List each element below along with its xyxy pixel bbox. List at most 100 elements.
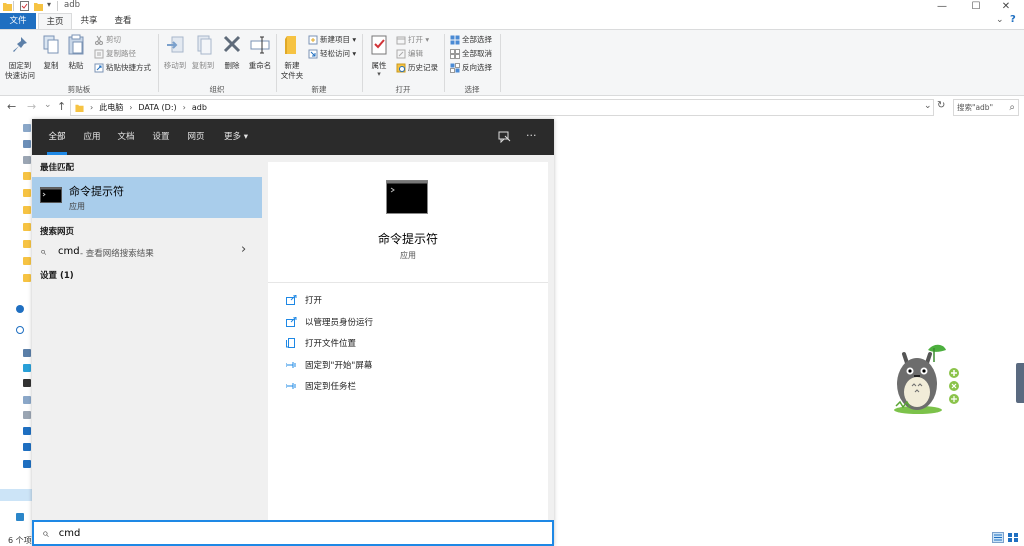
- back-button[interactable]: ←: [7, 100, 16, 113]
- settings-results-heading[interactable]: 设置 (1): [40, 269, 74, 281]
- nav-folder-icon[interactable]: [23, 223, 31, 231]
- customize-quick-access-icon[interactable]: ▾: [47, 0, 51, 9]
- scope-tab-all[interactable]: 全部: [42, 119, 72, 155]
- ribbon-tabs: 文件 主页 共享 查看 ⌄ ?: [0, 13, 1024, 29]
- recent-locations-button[interactable]: ⌄: [44, 100, 52, 110]
- breadcrumb-adb[interactable]: adb: [192, 103, 207, 112]
- nav-folder-icon[interactable]: [23, 172, 31, 180]
- copy-path-icon: [94, 49, 104, 58]
- tab-view[interactable]: 查看: [108, 13, 138, 29]
- rename-button[interactable]: 重命名: [246, 34, 274, 71]
- tab-file[interactable]: 文件: [0, 13, 36, 29]
- new-folder-quick-icon[interactable]: [34, 1, 43, 11]
- copy-button[interactable]: 复制: [40, 34, 62, 71]
- new-item-button[interactable]: 新建项目 ▾: [308, 33, 356, 46]
- downloads-icon[interactable]: [23, 427, 31, 435]
- ribbon: 固定到 快速访问 复制 粘贴 剪切 复制路径 粘贴快捷方式 剪贴板 移动到 复制…: [0, 29, 1024, 96]
- nav-folder-icon[interactable]: [23, 206, 31, 214]
- pictures-icon[interactable]: [23, 396, 31, 404]
- delete-button[interactable]: 删除: [220, 34, 244, 71]
- chevron-right-icon[interactable]: ›: [241, 242, 246, 257]
- up-button[interactable]: ↑: [57, 100, 66, 113]
- action-open-file-location-label: 打开文件位置: [305, 339, 357, 349]
- cloud-icon[interactable]: [16, 326, 24, 334]
- properties-button[interactable]: 属性 ▾: [366, 34, 392, 78]
- paste-shortcut-button[interactable]: 粘贴快捷方式: [94, 61, 151, 74]
- history-button[interactable]: 历史记录: [396, 61, 438, 74]
- status-item-count: 6 个项: [8, 536, 32, 545]
- action-run-as-admin[interactable]: 以管理员身份运行: [286, 316, 373, 328]
- search-icon: ⌕: [1009, 102, 1015, 113]
- tab-share[interactable]: 共享: [74, 13, 104, 29]
- nav-folder-icon[interactable]: [23, 257, 31, 265]
- breadcrumb-data-drive[interactable]: DATA (D:): [138, 103, 176, 112]
- nav-item-icon[interactable]: [23, 140, 31, 148]
- action-pin-to-taskbar[interactable]: 固定到任务栏: [286, 380, 356, 392]
- refresh-button[interactable]: ↻: [937, 100, 945, 111]
- desktop-icon[interactable]: [23, 460, 31, 468]
- cut-button[interactable]: 剪切: [94, 33, 121, 46]
- scope-tab-settings[interactable]: 设置: [147, 119, 175, 155]
- move-to-button[interactable]: 移动到: [162, 34, 188, 71]
- large-icons-view-icon[interactable]: [1007, 532, 1019, 543]
- scope-tab-more[interactable]: 更多 ▾: [218, 119, 254, 155]
- scope-tab-web[interactable]: 网页: [182, 119, 210, 155]
- more-options-icon[interactable]: ···: [526, 129, 537, 142]
- totoro-widget-icon[interactable]: [888, 340, 963, 415]
- search-placeholder: 搜索"adb": [957, 103, 994, 112]
- nav-item-selected[interactable]: [0, 489, 32, 501]
- copy-path-button[interactable]: 复制路径: [94, 47, 136, 60]
- nav-item-icon[interactable]: [23, 124, 31, 132]
- scope-tab-apps[interactable]: 应用: [78, 119, 106, 155]
- web-search-result[interactable]: ⌕ cmd - 查看网络搜索结果 ›: [32, 241, 262, 263]
- address-dropdown-button[interactable]: ⌄: [924, 101, 932, 111]
- this-pc-icon[interactable]: [23, 349, 31, 357]
- tab-home[interactable]: 主页: [38, 13, 72, 29]
- documents-icon[interactable]: [23, 411, 31, 419]
- action-open[interactable]: 打开: [286, 294, 322, 306]
- action-open-file-location[interactable]: 打开文件位置: [286, 337, 356, 349]
- help-icon[interactable]: ?: [1010, 14, 1016, 25]
- scope-tab-documents[interactable]: 文档: [112, 119, 140, 155]
- details-view-icon[interactable]: [992, 532, 1004, 543]
- nav-folder-icon[interactable]: [23, 240, 31, 248]
- action-pin-to-taskbar-label: 固定到任务栏: [305, 382, 357, 392]
- nav-folder-icon[interactable]: [23, 274, 31, 282]
- paste-shortcut-icon: [94, 63, 104, 72]
- nav-folder-icon[interactable]: [23, 189, 31, 197]
- onedrive-icon[interactable]: [16, 305, 24, 313]
- open-button[interactable]: 打开 ▾: [396, 33, 429, 46]
- easy-access-button[interactable]: 轻松访问 ▾: [308, 47, 356, 60]
- result-preview-pane: 命令提示符 应用 打开 以管理员身份运行 打开文件位置 固定到"开始"屏幕 固定…: [268, 162, 548, 521]
- 3d-objects-icon[interactable]: [23, 364, 31, 372]
- search-query-input[interactable]: ⌕ cmd: [32, 520, 554, 546]
- copy-path-label: 复制路径: [106, 49, 136, 58]
- action-open-label: 打开: [305, 296, 323, 306]
- nav-item-icon[interactable]: [23, 156, 31, 164]
- copy-to-button[interactable]: 复制到: [190, 34, 216, 71]
- video-icon[interactable]: [23, 379, 31, 387]
- music-icon[interactable]: [23, 443, 31, 451]
- invert-selection-button[interactable]: 反向选择: [450, 61, 492, 74]
- pin-quick-access-button[interactable]: 固定到 快速访问: [2, 34, 38, 81]
- close-button[interactable]: ✕: [986, 0, 1024, 13]
- best-match-result[interactable]: 命令提示符 应用: [32, 177, 262, 218]
- sidebar-gadget-tab[interactable]: [1016, 363, 1024, 403]
- network-icon[interactable]: [16, 513, 24, 521]
- properties-quick-icon[interactable]: [20, 1, 29, 11]
- action-pin-to-start[interactable]: 固定到"开始"屏幕: [286, 359, 372, 371]
- search-input[interactable]: 搜索"adb" ⌕: [953, 99, 1019, 116]
- paste-button[interactable]: 粘贴: [64, 34, 88, 71]
- properties-dropdown-icon[interactable]: ▾: [366, 71, 392, 78]
- edit-button[interactable]: 编辑: [396, 47, 423, 60]
- address-bar[interactable]: › 此电脑 › DATA (D:) › adb: [70, 99, 934, 116]
- expand-ribbon-icon[interactable]: ⌄: [996, 15, 1004, 25]
- feedback-icon[interactable]: [498, 131, 511, 143]
- select-none-button[interactable]: 全部取消: [450, 47, 492, 60]
- breadcrumb-this-pc[interactable]: 此电脑: [99, 102, 123, 113]
- forward-button[interactable]: →: [27, 100, 36, 113]
- group-separator: [500, 34, 501, 92]
- new-folder-button[interactable]: 新建 文件夹: [278, 34, 306, 81]
- select-all-button[interactable]: 全部选择: [450, 33, 492, 46]
- copy-to-icon: [197, 35, 212, 55]
